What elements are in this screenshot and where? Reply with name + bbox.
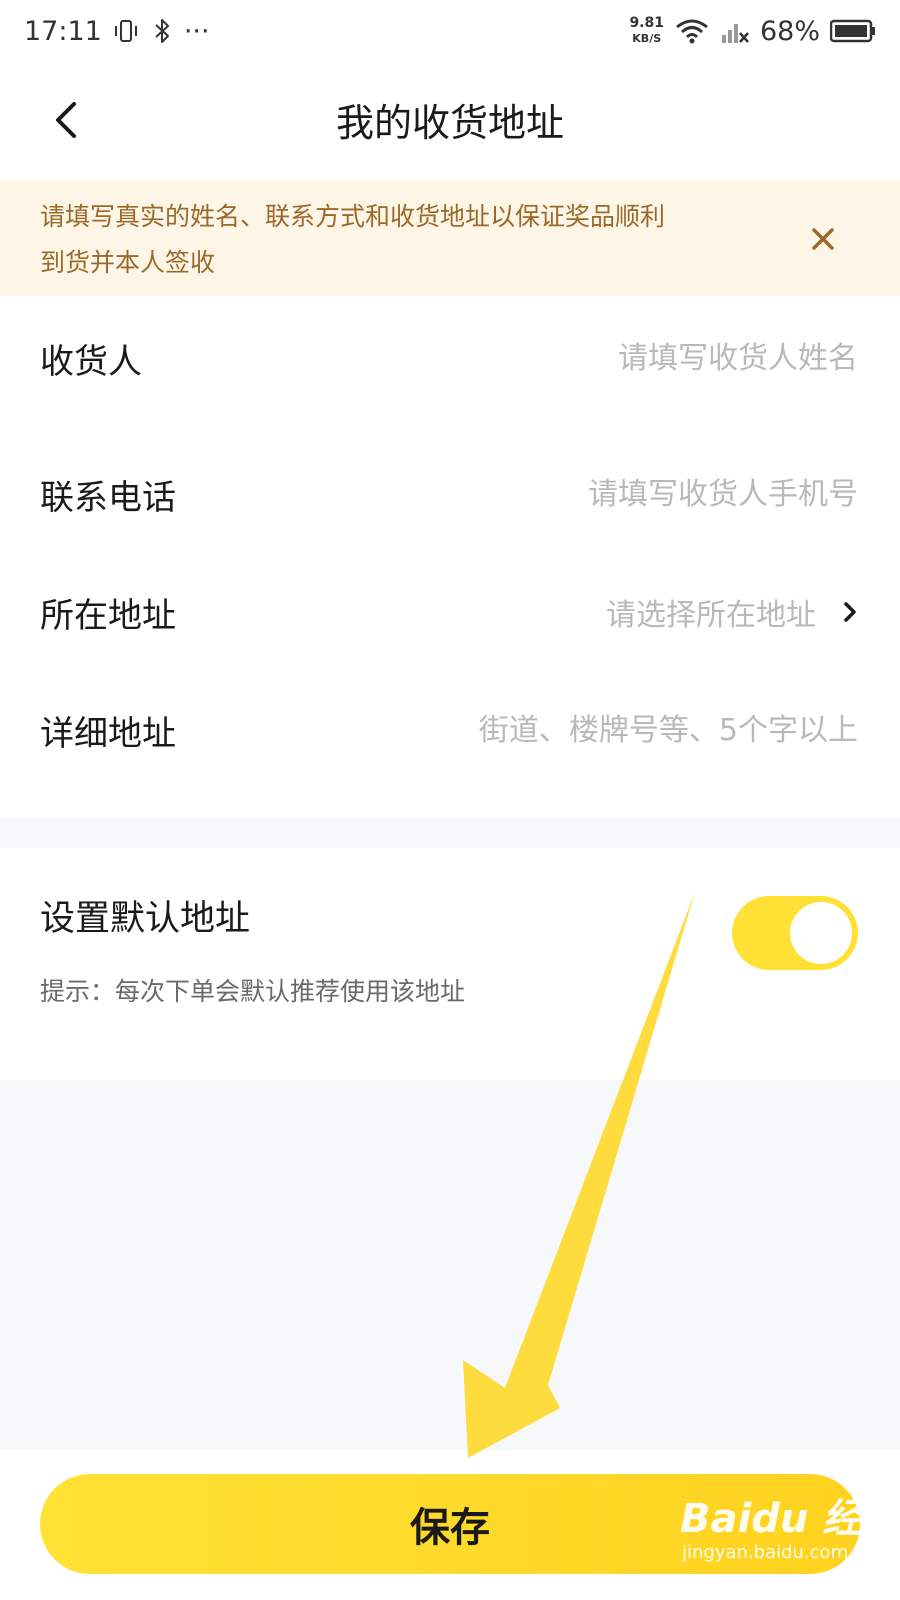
notice-line-1: 请填写真实的姓名、联系方式和收货地址以保证奖品顺利 [40,202,666,231]
default-address-hint: 提示：每次下单会默认推荐使用该地址 [40,977,466,1006]
receiver-input[interactable] [378,332,858,384]
vibrate-icon [112,17,140,45]
status-bar-left: 17:11 ··· [24,16,210,47]
region-placeholder: 请选择所在地址 [606,598,816,633]
form-row-detail: 详细地址 [0,680,900,780]
status-more: ··· [183,15,210,47]
save-button[interactable]: 保存 [40,1474,860,1574]
network-speed: 9.81 KB/S [629,16,664,46]
wifi-icon [674,17,710,45]
notice-line-2: 到货并本人签收 [40,248,216,277]
phone-input[interactable] [378,468,858,520]
status-time: 17:11 [24,15,102,47]
status-bar: 17:11 ··· 9.81 KB/S 68% [0,0,900,62]
network-speed-value: 9.81 [629,15,664,31]
bottom-action-bar: 保存 [0,1450,900,1600]
form-row-region: 所在地址 请选择所在地址 [0,562,900,662]
bluetooth-icon [150,17,174,45]
region-label: 所在地址 [40,596,176,636]
network-speed-unit: KB/S [632,32,662,45]
address-form: 收货人 联系电话 所在地址 请选择所在地址 详细地址 [0,296,900,818]
detail-input[interactable] [378,704,858,756]
chevron-right-icon [844,602,856,622]
region-selector[interactable]: 请选择所在地址 [606,586,860,638]
toggle-knob [790,902,852,964]
notice-banner: 请填写真实的姓名、联系方式和收货地址以保证奖品顺利 到货并本人签收 [0,180,900,296]
notice-text: 请填写真实的姓名、联系方式和收货地址以保证奖品顺利 到货并本人签收 [40,194,810,286]
close-icon [812,228,834,250]
default-address-label: 设置默认地址 [40,899,251,939]
page-title: 我的收货地址 [335,101,564,145]
battery-icon [830,17,876,45]
nav-bar: 我的收货地址 [0,62,900,180]
status-bar-right: 9.81 KB/S 68% [629,16,876,47]
phone-label: 联系电话 [40,478,176,518]
form-row-receiver: 收货人 [0,308,900,408]
signal-icon [720,17,750,45]
detail-label: 详细地址 [40,714,176,754]
notice-close-button[interactable] [806,222,840,256]
battery-percent: 68% [759,15,820,47]
receiver-label: 收货人 [40,342,142,382]
form-row-phone: 联系电话 [0,444,900,544]
default-address-section: 设置默认地址 提示：每次下单会默认推荐使用该地址 [0,848,900,1080]
default-address-toggle[interactable] [732,896,858,970]
